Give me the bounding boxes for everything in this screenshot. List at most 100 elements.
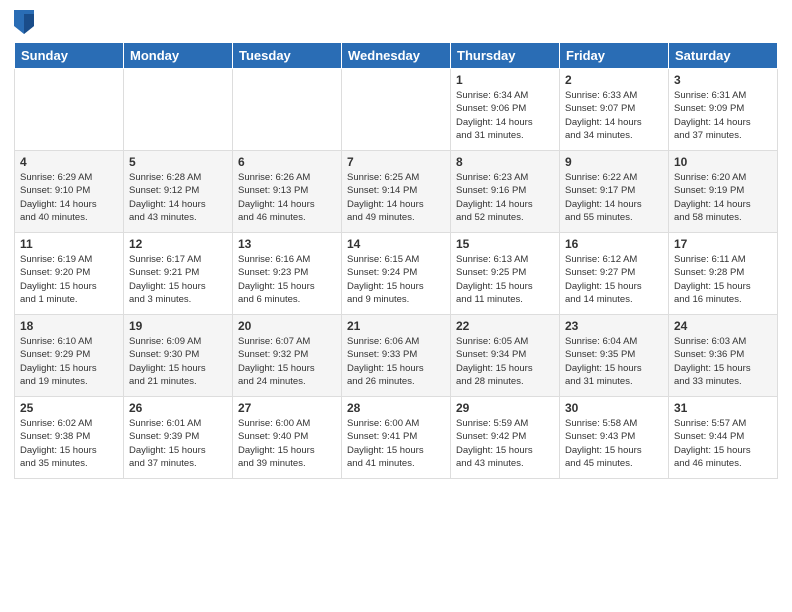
- day-number: 15: [456, 237, 554, 251]
- day-info: Sunrise: 6:06 AM Sunset: 9:33 PM Dayligh…: [347, 335, 445, 388]
- calendar-cell: 24 Sunrise: 6:03 AM Sunset: 9:36 PM Dayli…: [669, 315, 778, 397]
- calendar-cell: 16 Sunrise: 6:12 AM Sunset: 9:27 PM Dayli…: [560, 233, 669, 315]
- day-info: Sunrise: 6:03 AM Sunset: 9:36 PM Dayligh…: [674, 335, 772, 388]
- day-info: Sunrise: 6:28 AM Sunset: 9:12 PM Dayligh…: [129, 171, 227, 224]
- day-info: Sunrise: 6:33 AM Sunset: 9:07 PM Dayligh…: [565, 89, 663, 142]
- calendar-week-row: 1 Sunrise: 6:34 AM Sunset: 9:06 PM Daylig…: [15, 69, 778, 151]
- calendar-day-header: Monday: [124, 43, 233, 69]
- calendar-cell: 29 Sunrise: 5:59 AM Sunset: 9:42 PM Dayli…: [451, 397, 560, 479]
- day-number: 27: [238, 401, 336, 415]
- day-info: Sunrise: 6:25 AM Sunset: 9:14 PM Dayligh…: [347, 171, 445, 224]
- calendar-cell: 22 Sunrise: 6:05 AM Sunset: 9:34 PM Dayli…: [451, 315, 560, 397]
- day-info: Sunrise: 5:58 AM Sunset: 9:43 PM Dayligh…: [565, 417, 663, 470]
- calendar-cell: 10 Sunrise: 6:20 AM Sunset: 9:19 PM Dayli…: [669, 151, 778, 233]
- calendar-cell: 8 Sunrise: 6:23 AM Sunset: 9:16 PM Daylig…: [451, 151, 560, 233]
- calendar-day-header: Saturday: [669, 43, 778, 69]
- day-info: Sunrise: 6:19 AM Sunset: 9:20 PM Dayligh…: [20, 253, 118, 306]
- calendar-cell: 7 Sunrise: 6:25 AM Sunset: 9:14 PM Daylig…: [342, 151, 451, 233]
- calendar-cell: 6 Sunrise: 6:26 AM Sunset: 9:13 PM Daylig…: [233, 151, 342, 233]
- day-number: 11: [20, 237, 118, 251]
- day-info: Sunrise: 5:59 AM Sunset: 9:42 PM Dayligh…: [456, 417, 554, 470]
- day-number: 10: [674, 155, 772, 169]
- day-number: 26: [129, 401, 227, 415]
- day-info: Sunrise: 6:15 AM Sunset: 9:24 PM Dayligh…: [347, 253, 445, 306]
- day-number: 31: [674, 401, 772, 415]
- day-number: 20: [238, 319, 336, 333]
- calendar-cell: 27 Sunrise: 6:00 AM Sunset: 9:40 PM Dayli…: [233, 397, 342, 479]
- day-info: Sunrise: 6:00 AM Sunset: 9:40 PM Dayligh…: [238, 417, 336, 470]
- day-info: Sunrise: 6:12 AM Sunset: 9:27 PM Dayligh…: [565, 253, 663, 306]
- calendar-cell: 23 Sunrise: 6:04 AM Sunset: 9:35 PM Dayli…: [560, 315, 669, 397]
- calendar-day-header: Thursday: [451, 43, 560, 69]
- day-info: Sunrise: 6:01 AM Sunset: 9:39 PM Dayligh…: [129, 417, 227, 470]
- calendar-cell: [233, 69, 342, 151]
- day-number: 16: [565, 237, 663, 251]
- day-number: 2: [565, 73, 663, 87]
- day-number: 22: [456, 319, 554, 333]
- day-info: Sunrise: 6:34 AM Sunset: 9:06 PM Dayligh…: [456, 89, 554, 142]
- calendar-cell: 19Sunrise: 6:09 AM Sunset: 9:30 PM Dayli…: [124, 315, 233, 397]
- day-number: 7: [347, 155, 445, 169]
- day-number: 1: [456, 73, 554, 87]
- calendar-cell: 25Sunrise: 6:02 AM Sunset: 9:38 PM Dayli…: [15, 397, 124, 479]
- calendar-cell: 2 Sunrise: 6:33 AM Sunset: 9:07 PM Daylig…: [560, 69, 669, 151]
- day-info: Sunrise: 6:09 AM Sunset: 9:30 PM Dayligh…: [129, 335, 227, 388]
- calendar-cell: 21 Sunrise: 6:06 AM Sunset: 9:33 PM Dayli…: [342, 315, 451, 397]
- day-info: Sunrise: 6:31 AM Sunset: 9:09 PM Dayligh…: [674, 89, 772, 142]
- day-info: Sunrise: 6:11 AM Sunset: 9:28 PM Dayligh…: [674, 253, 772, 306]
- calendar-cell: [124, 69, 233, 151]
- day-number: 12: [129, 237, 227, 251]
- calendar: SundayMondayTuesdayWednesdayThursdayFrid…: [14, 42, 778, 479]
- day-info: Sunrise: 6:26 AM Sunset: 9:13 PM Dayligh…: [238, 171, 336, 224]
- day-number: 23: [565, 319, 663, 333]
- day-number: 13: [238, 237, 336, 251]
- day-info: Sunrise: 6:00 AM Sunset: 9:41 PM Dayligh…: [347, 417, 445, 470]
- day-info: Sunrise: 6:05 AM Sunset: 9:34 PM Dayligh…: [456, 335, 554, 388]
- calendar-week-row: 18 Sunrise: 6:10 AM Sunset: 9:29 PM Dayli…: [15, 315, 778, 397]
- calendar-cell: 1 Sunrise: 6:34 AM Sunset: 9:06 PM Daylig…: [451, 69, 560, 151]
- day-number: 24: [674, 319, 772, 333]
- calendar-cell: 11 Sunrise: 6:19 AM Sunset: 9:20 PM Dayli…: [15, 233, 124, 315]
- calendar-cell: 12Sunrise: 6:17 AM Sunset: 9:21 PM Dayli…: [124, 233, 233, 315]
- day-number: 4: [20, 155, 118, 169]
- calendar-cell: 4Sunrise: 6:29 AM Sunset: 9:10 PM Daylig…: [15, 151, 124, 233]
- day-number: 28: [347, 401, 445, 415]
- day-info: Sunrise: 6:07 AM Sunset: 9:32 PM Dayligh…: [238, 335, 336, 388]
- calendar-cell: 13 Sunrise: 6:16 AM Sunset: 9:23 PM Dayli…: [233, 233, 342, 315]
- day-info: Sunrise: 6:20 AM Sunset: 9:19 PM Dayligh…: [674, 171, 772, 224]
- calendar-day-header: Wednesday: [342, 43, 451, 69]
- calendar-cell: 15Sunrise: 6:13 AM Sunset: 9:25 PM Dayli…: [451, 233, 560, 315]
- day-info: Sunrise: 6:23 AM Sunset: 9:16 PM Dayligh…: [456, 171, 554, 224]
- day-number: 6: [238, 155, 336, 169]
- calendar-cell: 30 Sunrise: 5:58 AM Sunset: 9:43 PM Dayli…: [560, 397, 669, 479]
- calendar-day-header: Friday: [560, 43, 669, 69]
- day-info: Sunrise: 5:57 AM Sunset: 9:44 PM Dayligh…: [674, 417, 772, 470]
- logo-icon: [14, 10, 34, 34]
- calendar-cell: 20 Sunrise: 6:07 AM Sunset: 9:32 PM Dayli…: [233, 315, 342, 397]
- day-number: 17: [674, 237, 772, 251]
- day-number: 5: [129, 155, 227, 169]
- day-number: 3: [674, 73, 772, 87]
- calendar-cell: 18 Sunrise: 6:10 AM Sunset: 9:29 PM Dayli…: [15, 315, 124, 397]
- calendar-cell: 17 Sunrise: 6:11 AM Sunset: 9:28 PM Dayli…: [669, 233, 778, 315]
- page-header: [14, 10, 778, 34]
- day-info: Sunrise: 6:10 AM Sunset: 9:29 PM Dayligh…: [20, 335, 118, 388]
- calendar-day-header: Tuesday: [233, 43, 342, 69]
- day-number: 29: [456, 401, 554, 415]
- day-number: 21: [347, 319, 445, 333]
- calendar-cell: 14 Sunrise: 6:15 AM Sunset: 9:24 PM Dayli…: [342, 233, 451, 315]
- day-info: Sunrise: 6:16 AM Sunset: 9:23 PM Dayligh…: [238, 253, 336, 306]
- day-number: 14: [347, 237, 445, 251]
- calendar-cell: 3 Sunrise: 6:31 AM Sunset: 9:09 PM Daylig…: [669, 69, 778, 151]
- day-number: 8: [456, 155, 554, 169]
- day-info: Sunrise: 6:04 AM Sunset: 9:35 PM Dayligh…: [565, 335, 663, 388]
- calendar-week-row: 25Sunrise: 6:02 AM Sunset: 9:38 PM Dayli…: [15, 397, 778, 479]
- calendar-cell: 31 Sunrise: 5:57 AM Sunset: 9:44 PM Dayli…: [669, 397, 778, 479]
- calendar-cell: 26 Sunrise: 6:01 AM Sunset: 9:39 PM Dayli…: [124, 397, 233, 479]
- calendar-cell: 28 Sunrise: 6:00 AM Sunset: 9:41 PM Dayli…: [342, 397, 451, 479]
- calendar-cell: 9Sunrise: 6:22 AM Sunset: 9:17 PM Daylig…: [560, 151, 669, 233]
- calendar-cell: [342, 69, 451, 151]
- day-number: 18: [20, 319, 118, 333]
- day-number: 9: [565, 155, 663, 169]
- day-number: 30: [565, 401, 663, 415]
